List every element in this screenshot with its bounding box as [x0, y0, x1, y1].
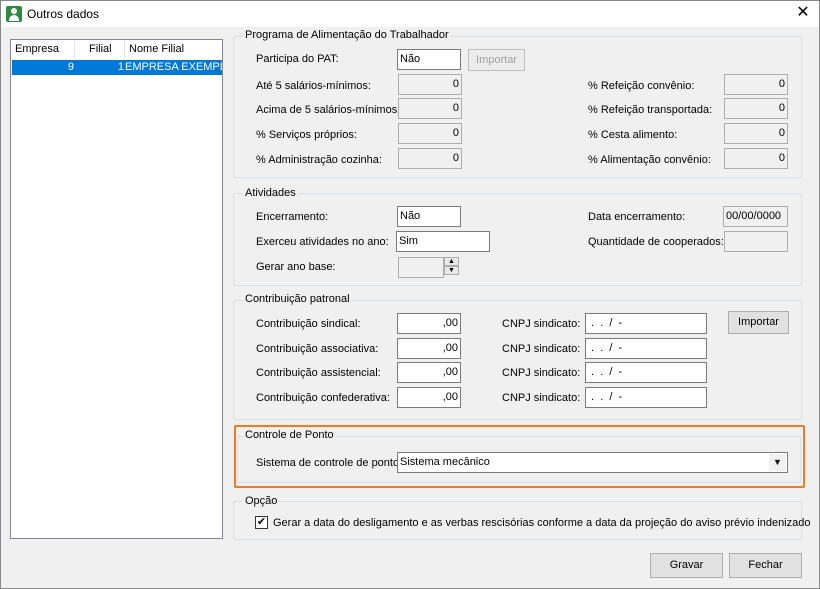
contribuicao-label-3: Contribuição confederativa:: [256, 392, 390, 404]
column-header-empresa[interactable]: Empresa: [11, 40, 75, 58]
spin-up-icon[interactable]: ▲: [444, 257, 459, 266]
aviso-previo-label: Gerar a data do desligamento e as verbas…: [273, 517, 811, 529]
pat-right-label-2: % Cesta alimento:: [588, 129, 678, 141]
pat-left-field-3[interactable]: 0: [398, 148, 462, 169]
save-button[interactable]: Gravar: [650, 553, 723, 578]
filial-list[interactable]: Empresa Filial Nome Filial 9 1 EMPRESA E…: [10, 39, 223, 539]
encerramento-label: Encerramento:: [256, 211, 329, 223]
column-header-filial[interactable]: Filial: [75, 40, 125, 58]
cnpj-label-0: CNPJ sindicato:: [502, 318, 581, 330]
contribuicao-label-1: Contribuição associativa:: [256, 343, 379, 355]
pat-left-label-3: % Administração cozinha:: [256, 154, 382, 166]
pat-left-label-1: Acima de 5 salários-mínimos:: [256, 104, 401, 116]
column-header-nome-filial[interactable]: Nome Filial: [125, 40, 222, 58]
contribuicao-field-2[interactable]: ,00: [397, 362, 461, 383]
atividades-group-title: Atividades: [243, 187, 298, 200]
title-bar: Outros dados ✕: [1, 1, 819, 27]
window-title: Outros dados: [27, 7, 100, 21]
cnpj-label-3: CNPJ sindicato:: [502, 392, 581, 404]
pat-right-label-1: % Refeição transportada:: [588, 104, 713, 116]
cnpj-field-1[interactable]: . . / -: [585, 338, 707, 359]
contribuicao-field-0[interactable]: ,00: [397, 313, 461, 334]
opcao-group-title: Opção: [243, 495, 280, 508]
encerramento-field[interactable]: Não: [397, 206, 461, 227]
pat-right-field-3[interactable]: 0: [724, 148, 788, 169]
pat-right-field-1[interactable]: 0: [724, 98, 788, 119]
list-item[interactable]: 9 1 EMPRESA EXEMPL: [12, 60, 222, 75]
pat-import-button[interactable]: Importar: [468, 49, 525, 71]
cnpj-label-1: CNPJ sindicato:: [502, 343, 581, 355]
cnpj-field-0[interactable]: . . / -: [585, 313, 707, 334]
empresa-cell: 9: [67, 61, 74, 73]
sistema-ponto-label: Sistema de controle de ponto:: [256, 457, 403, 469]
data-encerramento-label: Data encerramento:: [588, 211, 686, 223]
ano-base-field[interactable]: [398, 257, 444, 278]
contribuicao-field-3[interactable]: ,00: [397, 387, 461, 408]
spin-down-icon[interactable]: ▼: [444, 266, 459, 275]
chevron-down-icon[interactable]: ▼: [769, 454, 786, 471]
contribuicao-group-title: Contribuição patronal: [243, 293, 352, 306]
pat-left-label-2: % Serviços próprios:: [256, 129, 357, 141]
close-icon[interactable]: ✕: [791, 3, 815, 23]
participa-pat-field[interactable]: Não: [397, 49, 461, 70]
pat-left-field-1[interactable]: 0: [398, 98, 462, 119]
cnpj-label-2: CNPJ sindicato:: [502, 367, 581, 379]
pat-right-field-0[interactable]: 0: [724, 74, 788, 95]
data-encerramento-field[interactable]: 00/00/0000: [723, 206, 788, 227]
contribuicao-label-2: Contribuição assistencial:: [256, 367, 381, 379]
pat-left-label-0: Até 5 salários-mínimos:: [256, 80, 371, 92]
aviso-previo-checkbox[interactable]: ✔: [255, 516, 268, 529]
close-button[interactable]: Fechar: [729, 553, 802, 578]
cooperados-field[interactable]: [724, 231, 788, 252]
filial-cell: 1: [117, 61, 124, 73]
pat-group-title: Programa de Alimentação do Trabalhador: [243, 29, 451, 42]
contribuicao-field-1[interactable]: ,00: [397, 338, 461, 359]
pat-right-label-3: % Alimentação convênio:: [588, 154, 711, 166]
ano-base-label: Gerar ano base:: [256, 261, 336, 273]
nome-filial-cell: EMPRESA EXEMPL: [125, 61, 222, 73]
cooperados-label: Quantidade de cooperados:: [588, 236, 724, 248]
pat-left-field-2[interactable]: 0: [398, 123, 462, 144]
exerceu-atividades-field[interactable]: Sim: [396, 231, 490, 252]
ponto-group-title: Controle de Ponto: [243, 429, 336, 442]
cnpj-field-2[interactable]: . . / -: [585, 362, 707, 383]
participa-pat-label: Participa do PAT:: [256, 53, 339, 65]
contribuicao-label-0: Contribuição sindical:: [256, 318, 361, 330]
sistema-ponto-select[interactable]: Sistema mecânico: [397, 452, 788, 473]
pat-right-field-2[interactable]: 0: [724, 123, 788, 144]
dialog-window: Outros dados ✕ Empresa Filial Nome Filia…: [0, 0, 820, 589]
user-icon: [6, 6, 22, 22]
exerceu-atividades-label: Exerceu atividades no ano:: [256, 236, 389, 248]
pat-left-field-0[interactable]: 0: [398, 74, 462, 95]
pat-right-label-0: % Refeição convênio:: [588, 80, 695, 92]
contribuicao-import-button[interactable]: Importar: [728, 311, 789, 334]
cnpj-field-3[interactable]: . . / -: [585, 387, 707, 408]
